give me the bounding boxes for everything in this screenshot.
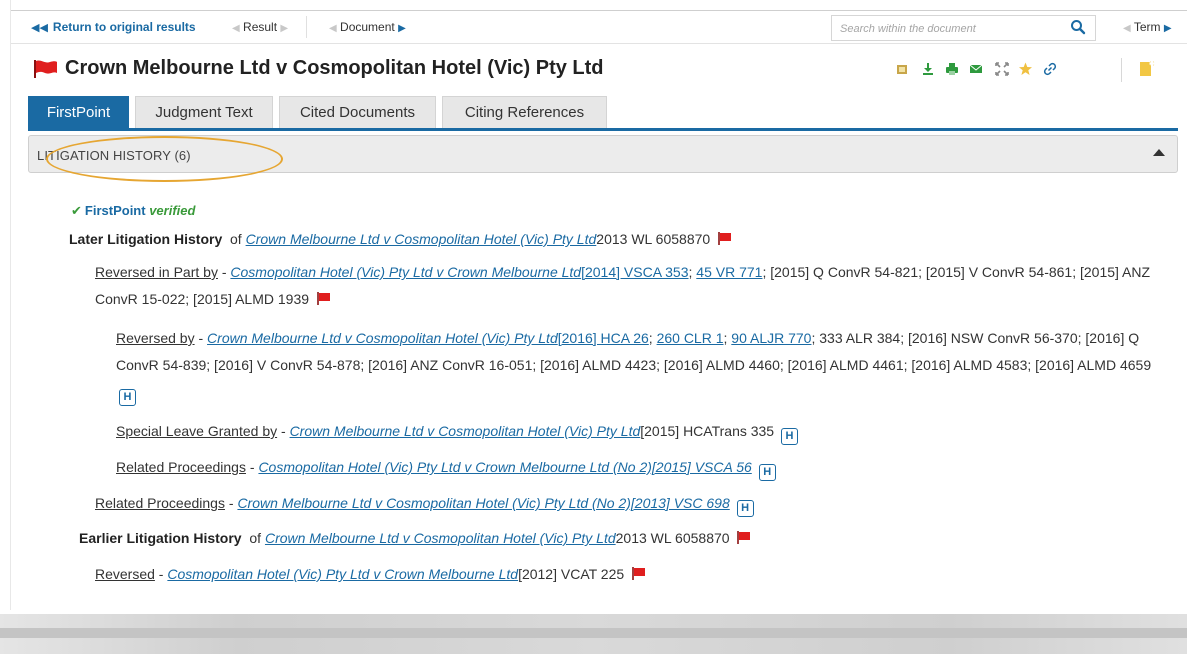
history-entry: Related Proceedings - Cosmopolitan Hotel… [116, 457, 776, 481]
document-next-icon[interactable]: ▶ [398, 23, 406, 34]
note-icon[interactable] [1139, 60, 1155, 76]
term-navigator[interactable]: ◀ Term ▶ [1123, 20, 1172, 34]
case-link[interactable]: Crown Melbourne Ltd v Cosmopolitan Hotel… [207, 330, 558, 346]
history-entry: Reversed in Part by - Cosmopolitan Hotel… [95, 259, 1165, 314]
download-icon[interactable] [921, 62, 937, 78]
history-h-badge[interactable]: H [119, 389, 136, 406]
document-search-box [831, 15, 1096, 41]
tab-citing-references[interactable]: Citing References [442, 96, 607, 128]
case-link[interactable]: Crown Melbourne Ltd v Cosmopolitan Hotel… [290, 423, 641, 439]
red-flag-icon [737, 529, 751, 549]
citation-link[interactable]: 260 CLR 1 [657, 330, 724, 346]
history-h-badge[interactable]: H [758, 464, 776, 481]
toolbar-divider [306, 16, 307, 38]
double-left-arrow-icon: ◀◀ [31, 22, 48, 34]
fullscreen-icon[interactable] [995, 62, 1011, 78]
result-navigator[interactable]: ◀ Result ▶ [232, 20, 288, 34]
email-icon[interactable] [969, 62, 985, 78]
history-h-badge[interactable]: H [781, 428, 798, 445]
case-link[interactable]: Cosmopolitan Hotel (Vic) Pty Ltd v Crown… [230, 264, 581, 280]
search-within-document-input[interactable] [840, 21, 1060, 36]
star-icon[interactable] [1018, 62, 1034, 78]
page-title: Crown Melbourne Ltd v Cosmopolitan Hotel… [65, 57, 604, 79]
history-entry: Special Leave Granted by - Crown Melbour… [116, 421, 798, 445]
red-flag-icon [718, 230, 732, 250]
red-flag-icon [317, 287, 331, 314]
tab-underline [28, 128, 1178, 131]
print-icon[interactable] [945, 62, 961, 78]
tab-cited-documents[interactable]: Cited Documents [279, 96, 436, 128]
red-flag-icon [33, 59, 59, 82]
tab-firstpoint[interactable]: FirstPoint [28, 96, 129, 128]
later-history-heading: Later Litigation History of Crown Melbou… [69, 229, 732, 250]
citation-link[interactable]: 90 ALJR 770 [731, 330, 811, 346]
citation-link[interactable]: [2016] HCA 26 [558, 330, 649, 346]
document-panel: ◀◀ Return to original results ◀ Result ▶ … [10, 0, 1187, 610]
term-prev-icon[interactable]: ◀ [1123, 23, 1131, 34]
highlight-annotation [46, 136, 283, 182]
folder-icon[interactable] [895, 62, 911, 78]
term-next-icon[interactable]: ▶ [1164, 23, 1172, 34]
citation-link[interactable]: 45 VR 771 [696, 264, 762, 280]
case-link[interactable]: Cosmopolitan Hotel (Vic) Pty Ltd v Crown… [258, 459, 751, 475]
tab-judgment-text[interactable]: Judgment Text [135, 96, 273, 128]
firstpoint-verified-badge: ✔ FirstPoint verified [71, 203, 196, 218]
citation-link[interactable]: [2014] VSCA 353 [581, 264, 688, 280]
blurred-footer [0, 614, 1187, 654]
document-prev-icon[interactable]: ◀ [329, 23, 337, 34]
return-to-results-link[interactable]: ◀◀ Return to original results [31, 20, 196, 34]
earlier-history-case-link[interactable]: Crown Melbourne Ltd v Cosmopolitan Hotel… [265, 530, 616, 546]
link-icon[interactable] [1043, 62, 1059, 78]
history-entry: Related Proceedings - Crown Melbourne Lt… [95, 493, 754, 517]
history-entry: Reversed by - Crown Melbourne Ltd v Cosm… [116, 325, 1166, 406]
navigation-toolbar: ◀◀ Return to original results ◀ Result ▶ … [11, 10, 1187, 44]
collapse-caret-icon[interactable] [1153, 149, 1165, 156]
result-next-icon[interactable]: ▶ [280, 23, 288, 34]
search-icon[interactable] [1070, 19, 1090, 37]
result-prev-icon[interactable]: ◀ [232, 23, 240, 34]
case-link[interactable]: Cosmopolitan Hotel (Vic) Pty Ltd v Crown… [167, 566, 518, 582]
checkmark-icon: ✔ [71, 203, 82, 218]
earlier-history-heading: Earlier Litigation History of Crown Melb… [79, 528, 751, 549]
document-navigator[interactable]: ◀ Document ▶ [329, 20, 406, 34]
history-h-badge[interactable]: H [736, 500, 754, 517]
case-link[interactable]: Crown Melbourne Ltd v Cosmopolitan Hotel… [237, 495, 729, 511]
red-flag-icon [632, 565, 646, 585]
later-history-case-link[interactable]: Crown Melbourne Ltd v Cosmopolitan Hotel… [246, 231, 597, 247]
actions-divider [1121, 58, 1122, 82]
history-entry: Reversed - Cosmopolitan Hotel (Vic) Pty … [95, 564, 646, 585]
blurred-strip [0, 628, 1187, 638]
